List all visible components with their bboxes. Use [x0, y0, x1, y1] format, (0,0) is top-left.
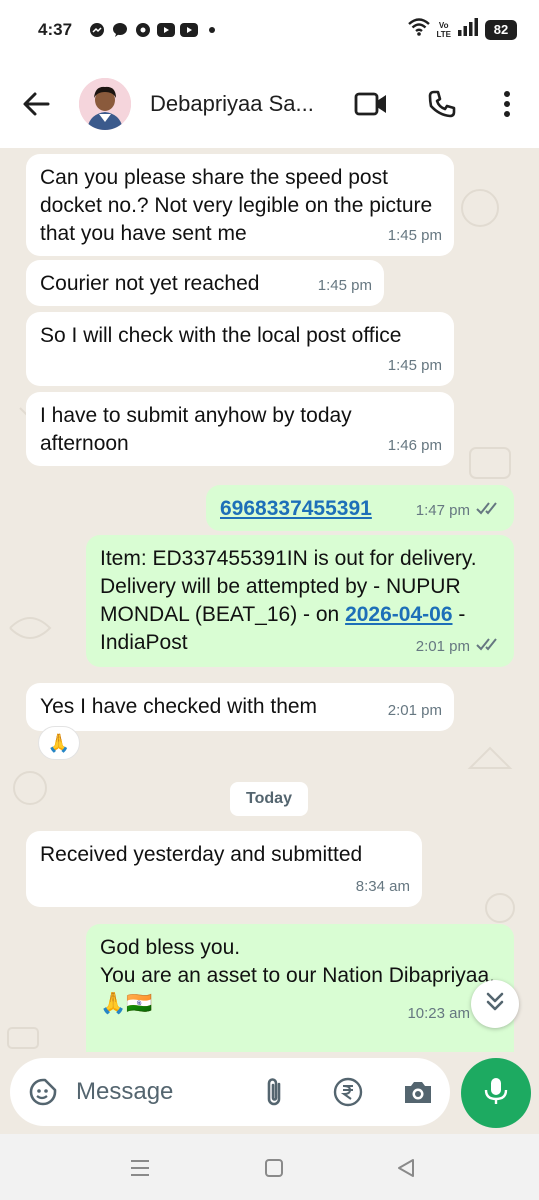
message-timestamp: 1:46 pm [388, 432, 442, 460]
date-divider: Today [230, 782, 308, 816]
home-icon[interactable] [260, 1154, 288, 1182]
back-arrow-icon[interactable] [20, 88, 52, 120]
recent-apps-icon[interactable] [126, 1154, 154, 1182]
rupee-icon[interactable] [331, 1075, 365, 1109]
voice-message-button[interactable] [461, 1058, 531, 1128]
message-timestamp: 2:01 pm [388, 697, 442, 725]
message-timestamp: 1:45 pm [388, 222, 442, 250]
message-text: Received yesterday and submitted [40, 843, 363, 866]
sticker-icon[interactable] [26, 1075, 60, 1109]
message-bubble-outgoing[interactable]: Item: ED337455391IN is out for delivery.… [86, 535, 514, 667]
volte-indicator: Vo LTE [436, 21, 451, 39]
message-text: So I will check with the local post offi… [40, 324, 402, 347]
message-composer [10, 1058, 450, 1126]
volte-top-label: Vo [438, 20, 449, 30]
pinwheel-icon [134, 22, 152, 38]
message-timestamp: 8:34 am [356, 873, 410, 901]
message-time: 10:23 am [407, 1005, 470, 1022]
paperclip-icon[interactable] [258, 1075, 292, 1109]
message-bubble-outgoing[interactable]: 6968337455391 1:47 pm [206, 485, 514, 531]
message-bubble-outgoing[interactable]: God bless you. You are an asset to our N… [86, 924, 514, 1052]
message-text: I have to submit anyhow by today afterno… [40, 404, 358, 455]
system-indicators: Vo LTE 82 [408, 18, 517, 41]
messenger-icon [88, 22, 106, 38]
battery-indicator: 82 [485, 19, 517, 40]
volte-bottom-label: LTE [436, 29, 451, 39]
read-receipt-icon [476, 497, 502, 525]
message-bubble-incoming[interactable]: Yes I have checked with them 2:01 pm [26, 683, 454, 731]
mic-icon [483, 1076, 509, 1111]
more-vert-icon[interactable] [490, 87, 524, 121]
chat-bubble-icon [111, 22, 129, 38]
chat-header: Debapriyaa Sa... [0, 62, 539, 148]
read-receipt-icon [476, 633, 502, 661]
double-chevron-down-icon [484, 991, 506, 1018]
signal-icon [457, 18, 479, 41]
message-bubble-incoming[interactable]: Can you please share the speed post dock… [26, 154, 454, 256]
message-time: 1:47 pm [415, 502, 470, 519]
message-reaction[interactable]: 🙏 [38, 726, 80, 760]
scroll-to-bottom-button[interactable] [471, 980, 519, 1028]
message-timestamp: 1:45 pm [318, 272, 372, 300]
youtube-icon [157, 22, 175, 38]
notification-icons [88, 22, 221, 38]
message-time: 2:01 pm [387, 702, 442, 719]
message-bubble-incoming[interactable]: So I will check with the local post offi… [26, 312, 454, 386]
message-text: Can you please share the speed post dock… [40, 166, 439, 245]
message-bubble-incoming[interactable]: I have to submit anyhow by today afterno… [26, 392, 454, 466]
message-timestamp: 1:45 pm [388, 352, 442, 380]
youtube-icon-2 [180, 22, 198, 38]
contact-name[interactable]: Debapriyaa Sa... [150, 91, 314, 117]
more-notifications-dot-icon [203, 22, 221, 38]
docket-number-link[interactable]: 6968337455391 [220, 497, 372, 520]
back-nav-icon[interactable] [392, 1154, 420, 1182]
message-time: 2:01 pm [415, 638, 470, 655]
message-text: Yes I have checked with them [40, 695, 318, 718]
wifi-icon [408, 18, 431, 41]
message-time: 1:45 pm [317, 277, 372, 294]
message-timestamp: 1:47 pm [416, 497, 502, 525]
date-link[interactable]: 2026-04-06 [345, 603, 452, 626]
message-list[interactable]: Can you please share the speed post dock… [0, 148, 539, 1052]
video-call-icon[interactable] [354, 87, 388, 121]
message-time: 1:45 pm [387, 357, 442, 374]
camera-icon[interactable] [401, 1075, 435, 1109]
system-navigation-bar [0, 1134, 539, 1200]
avatar[interactable] [79, 78, 131, 130]
message-bubble-incoming[interactable]: Received yesterday and submitted 8:34 am [26, 831, 422, 907]
message-time: 1:46 pm [387, 437, 442, 454]
message-time: 1:45 pm [387, 227, 442, 244]
message-input[interactable] [76, 1076, 246, 1108]
phone-icon[interactable] [425, 87, 459, 121]
status-time: 4:37 [38, 20, 73, 39]
message-timestamp: 2:01 pm [416, 633, 502, 661]
message-bubble-incoming[interactable]: Courier not yet reached 1:45 pm [26, 260, 384, 306]
status-bar: 4:37 Vo LTE 82 [0, 0, 539, 62]
message-time: 8:34 am [355, 878, 410, 895]
